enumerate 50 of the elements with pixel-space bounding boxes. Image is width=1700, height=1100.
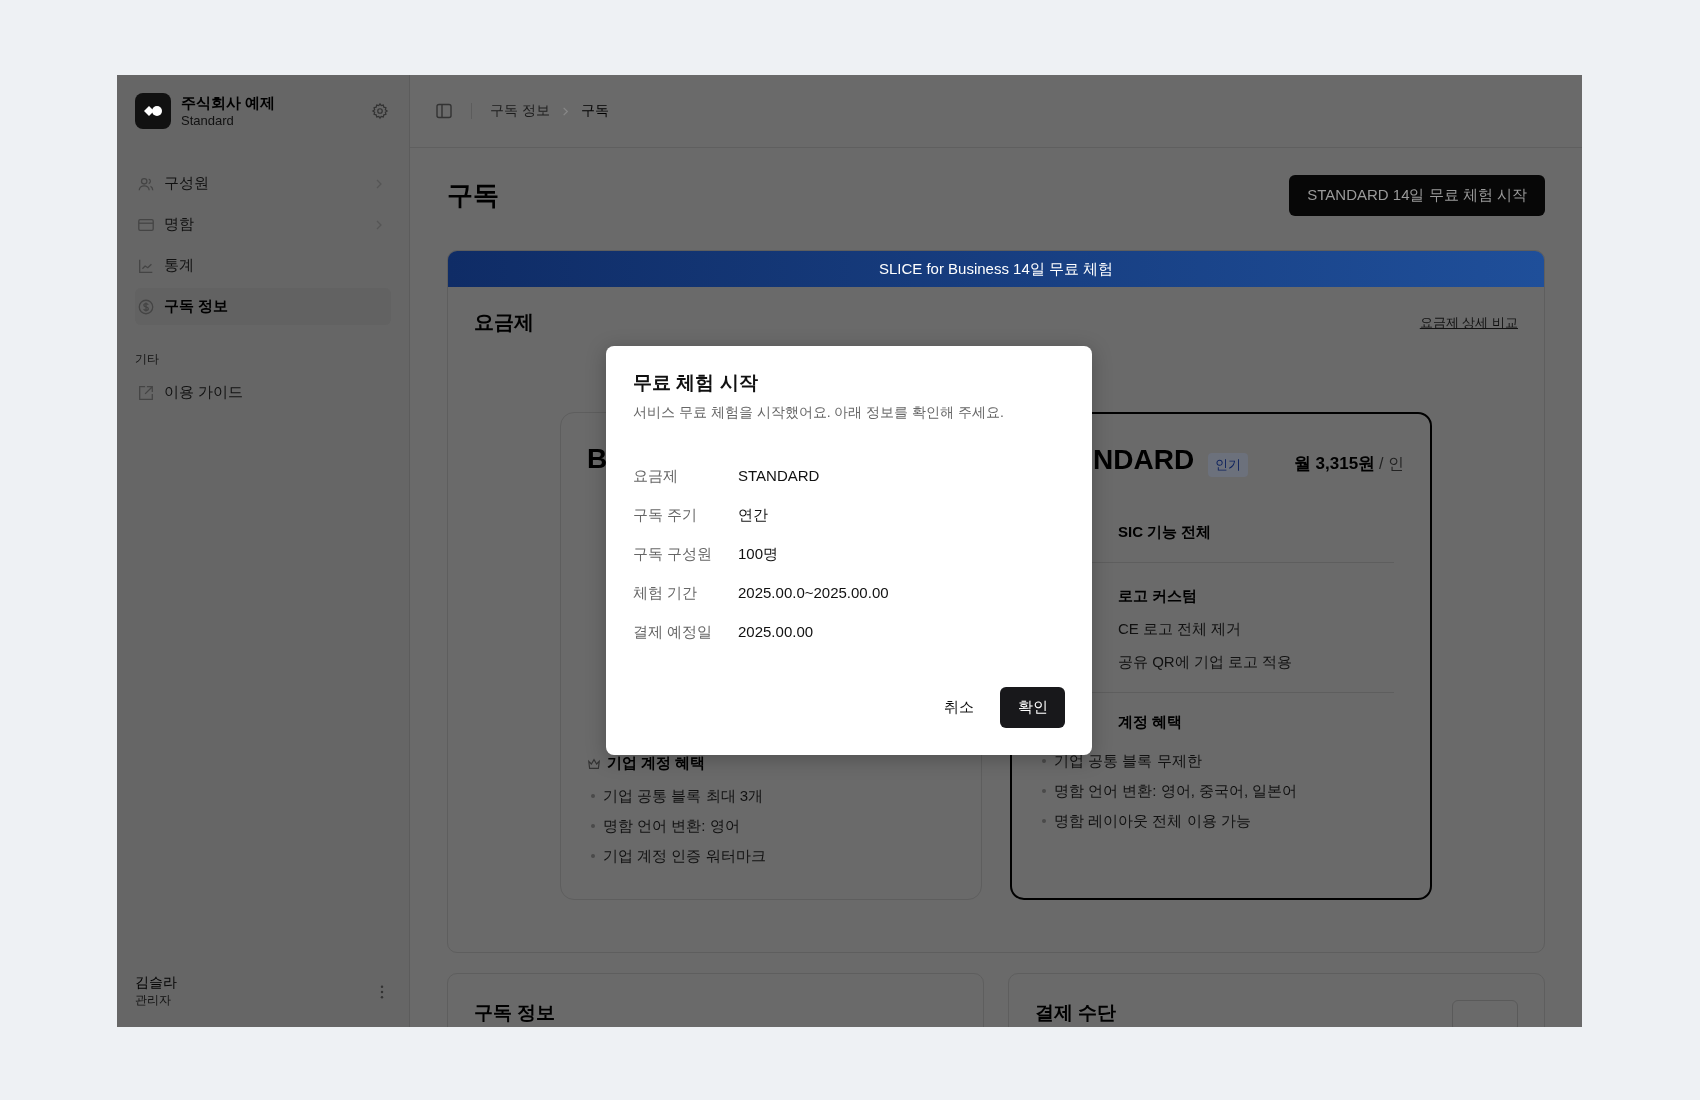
organization-name: 주식회사 예제 <box>181 94 277 113</box>
field-label: 구독 구성원 <box>633 545 714 564</box>
feature-item: 기업 공통 블록 최대 3개 <box>603 786 763 806</box>
price-unit: / 인 <box>1379 454 1404 474</box>
card-title: 결제 수단 <box>1035 1002 1117 1023</box>
compare-plans-link[interactable]: 요금제 상세 비교 <box>1419 313 1518 332</box>
plan-price: 월 3,315원 <box>1293 453 1376 475</box>
feature-heading: 계정 혜택 <box>1118 713 1183 732</box>
field-label: 요금제 <box>633 467 679 486</box>
trial-banner: SLICE for Business 14일 무료 체험 <box>448 251 1544 287</box>
feature-heading: 기업 계정 혜택 <box>607 754 706 773</box>
feature-heading: SIC 기능 전체 <box>1118 523 1213 542</box>
field-value: 연간 <box>738 506 769 525</box>
sidebar-item[interactable]: 구성원 <box>135 165 391 202</box>
popular-badge: 인기 <box>1208 453 1249 477</box>
sidebar-item[interactable]: 통계 <box>135 247 391 284</box>
feature-item: 공유 QR에 기업 로고 적용 <box>1118 653 1294 672</box>
field-value: 100명 <box>738 545 780 564</box>
sidebar-item[interactable]: 구독 정보 <box>135 288 391 325</box>
feature-item: 명함 언어 변환: 영어, 중국어, 일본어 <box>1054 781 1298 801</box>
section-title: 요금제 <box>474 310 534 335</box>
feature-item: 기업 공통 블록 무제한 <box>1054 751 1202 771</box>
field-value: STANDARD <box>738 467 821 486</box>
sidebar-item[interactable]: 이용 가이드 <box>135 374 391 411</box>
start-trial-button[interactable]: STANDARD 14일 무료 체험 시작 <box>1289 174 1545 216</box>
card-title: 구독 정보 <box>474 1002 556 1023</box>
sidebar-item[interactable]: 명함 <box>135 206 391 243</box>
feature-heading: 로고 커스텀 <box>1118 587 1199 606</box>
field-label: 체험 기간 <box>633 584 699 603</box>
feature-item: CE 로고 전체 제거 <box>1118 620 1243 639</box>
user-name: 김슬라 <box>135 974 178 992</box>
breadcrumb-item[interactable]: 구독 정보 <box>490 102 550 120</box>
plan-name: NDARD <box>1093 444 1195 476</box>
field-label: 구독 주기 <box>633 506 699 525</box>
section-title: 기타 <box>135 351 160 368</box>
confirm-button[interactable]: 확인 <box>1000 687 1065 728</box>
feature-item: 명함 레이아웃 전체 이용 가능 <box>1054 811 1251 831</box>
user-role: 관리자 <box>135 992 172 1009</box>
field-value: 2025.00.00 <box>738 623 815 642</box>
organization-plan: Standard <box>181 113 235 128</box>
breadcrumb-item: 구독 <box>580 102 609 120</box>
dialog-title: 무료 체험 시작 <box>633 371 759 395</box>
page-title: 구독 <box>447 178 499 212</box>
feature-item: 기업 계정 인증 워터마크 <box>603 846 766 866</box>
plan-name: B <box>587 443 609 475</box>
cancel-button[interactable]: 취소 <box>930 687 988 728</box>
feature-item: 명함 언어 변환: 영어 <box>603 816 740 836</box>
dialog-description: 서비스 무료 체험을 시작했어요. 아래 정보를 확인해 주세요. <box>633 404 1005 422</box>
field-label: 결제 예정일 <box>633 623 714 642</box>
field-value: 2025.00.0~2025.00.00 <box>738 584 890 603</box>
